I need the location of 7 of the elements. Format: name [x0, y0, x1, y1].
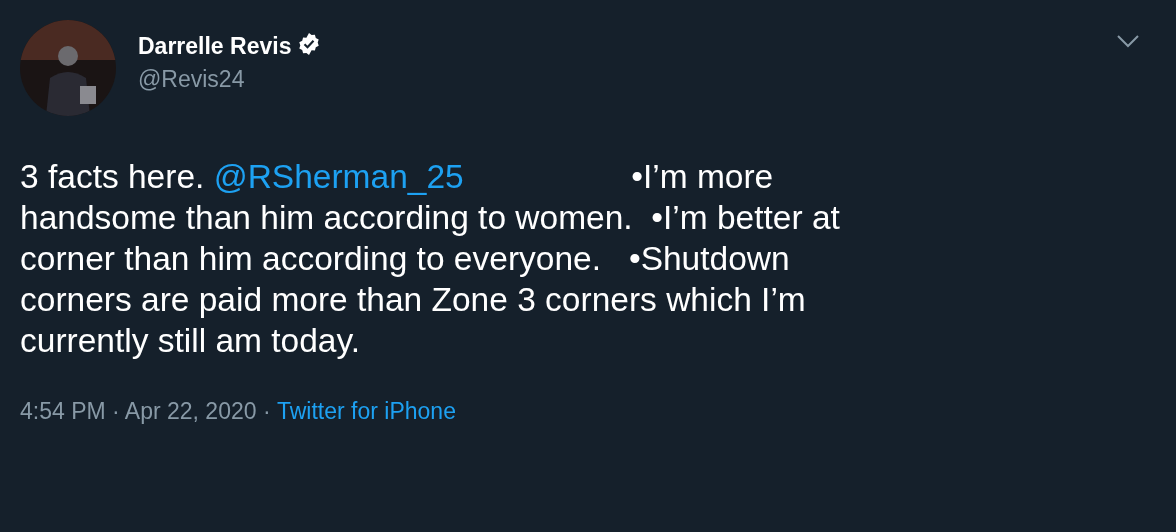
timestamp[interactable]: 4:54 PM · Apr 22, 2020 ·	[20, 398, 277, 425]
tweet-text: 3 facts here. @RSherman_25 •I’m more handsome than him according to women. •I’m better at corner than him according to everyone. •Shutdown corners are paid more than Zone 3 corners which I’m currently still am today.	[20, 157, 841, 361]
author-handle[interactable]: @Revis24	[138, 66, 1094, 93]
mention-link[interactable]: @RSherman_25	[213, 158, 464, 195]
author-name[interactable]: Darrelle Revis	[138, 32, 292, 60]
chevron-down-icon[interactable]	[1116, 34, 1140, 48]
source-link[interactable]: Twitter for iPhone	[277, 398, 456, 425]
